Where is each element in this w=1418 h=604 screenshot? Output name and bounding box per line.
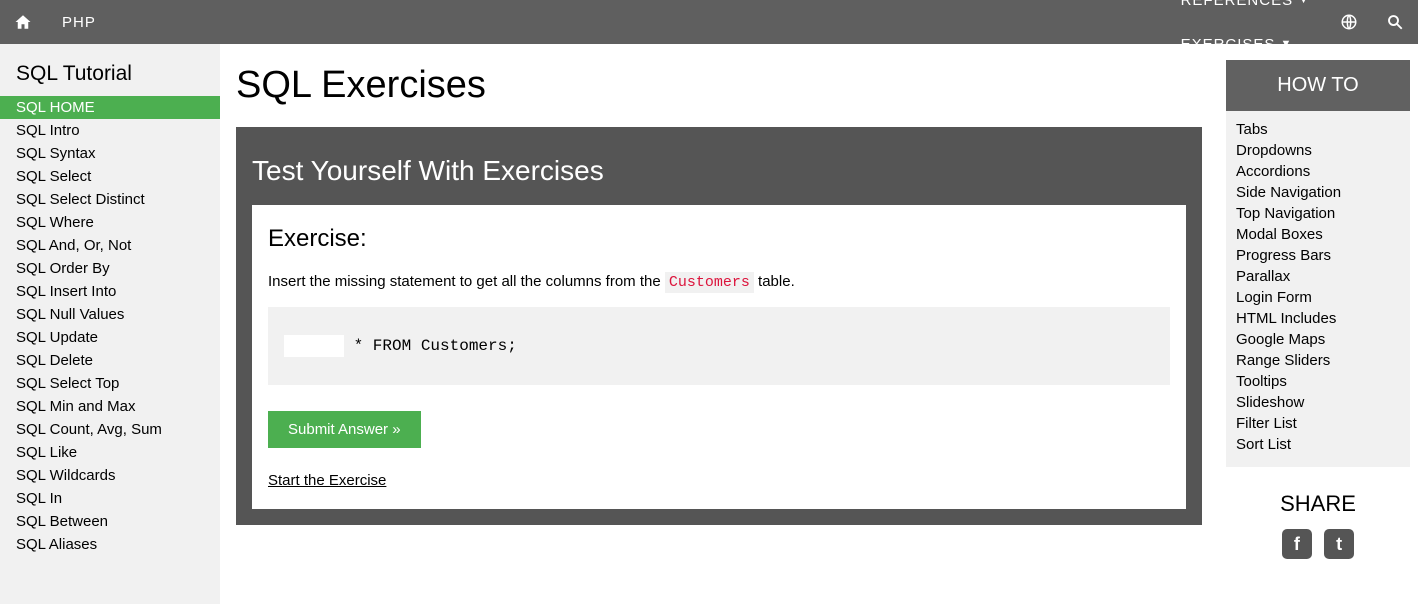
search-icon[interactable] [1372,0,1418,44]
instruction-code: Customers [665,272,754,293]
sidebar-item-sql-update[interactable]: SQL Update [0,326,220,349]
howto-parallax[interactable]: Parallax [1236,266,1400,287]
howto-html-includes[interactable]: HTML Includes [1236,308,1400,329]
topnav: HTMLCSSJAVASCRIPTSQLPHPBOOTSTRAPHOW TOPY… [0,0,1418,44]
howto-progress-bars[interactable]: Progress Bars [1236,245,1400,266]
exercise-instruction: Insert the missing statement to get all … [268,273,1170,291]
submit-button[interactable]: Submit Answer » [268,411,421,448]
sidebar: SQL Tutorial SQL HOMESQL IntroSQL Syntax… [0,44,220,604]
exercise-label: Exercise: [268,225,1170,253]
howto-top-navigation[interactable]: Top Navigation [1236,203,1400,224]
chevron-down-icon: ▼ [1298,0,1310,6]
layout: SQL Tutorial SQL HOMESQL IntroSQL Syntax… [0,44,1418,604]
instruction-post: table. [754,273,795,290]
rightbar: HOW TO TabsDropdownsAccordionsSide Navig… [1218,44,1418,604]
share-heading: SHARE [1226,491,1410,517]
twitter-icon[interactable]: t [1324,529,1354,559]
sidebar-item-sql-like[interactable]: SQL Like [0,441,220,464]
section-title: Test Yourself With Exercises [252,143,1186,205]
howto-slideshow[interactable]: Slideshow [1236,392,1400,413]
exercise-wrapper: Test Yourself With Exercises Exercise: I… [236,127,1202,525]
sidebar-item-sql-and-or-not[interactable]: SQL And, Or, Not [0,234,220,257]
howto-filter-list[interactable]: Filter List [1236,413,1400,434]
sidebar-item-sql-delete[interactable]: SQL Delete [0,349,220,372]
sidebar-heading: SQL Tutorial [0,44,220,96]
howto-dropdowns[interactable]: Dropdowns [1236,140,1400,161]
sidebar-item-sql-in[interactable]: SQL In [0,487,220,510]
sidebar-item-sql-between[interactable]: SQL Between [0,510,220,533]
page-title: SQL Exercises [236,64,1202,107]
howto-tooltips[interactable]: Tooltips [1236,371,1400,392]
topnav-right: REFERENCES▼EXERCISES▼ [1165,0,1418,44]
topnav-left: HTMLCSSJAVASCRIPTSQLPHPBOOTSTRAPHOW TOPY… [0,0,180,44]
code-block: * FROM Customers; [268,307,1170,385]
sidebar-item-sql-null-values[interactable]: SQL Null Values [0,303,220,326]
sidebar-item-sql-count-avg-sum[interactable]: SQL Count, Avg, Sum [0,418,220,441]
facebook-icon[interactable]: f [1282,529,1312,559]
start-exercise-link[interactable]: Start the Exercise [268,472,386,489]
sidebar-item-sql-min-and-max[interactable]: SQL Min and Max [0,395,220,418]
sidebar-item-sql-insert-into[interactable]: SQL Insert Into [0,280,220,303]
sidebar-item-sql-select-distinct[interactable]: SQL Select Distinct [0,188,220,211]
main-content: SQL Exercises Test Yourself With Exercis… [220,44,1218,604]
howto-heading: HOW TO [1226,60,1410,111]
nav-php[interactable]: PHP [46,0,180,44]
howto-login-form[interactable]: Login Form [1236,287,1400,308]
share-icons: f t [1226,529,1410,559]
sidebar-item-sql-where[interactable]: SQL Where [0,211,220,234]
howto-modal-boxes[interactable]: Modal Boxes [1236,224,1400,245]
instruction-pre: Insert the missing statement to get all … [268,273,665,290]
code-after: * FROM Customers; [344,337,517,355]
sidebar-item-sql-select-top[interactable]: SQL Select Top [0,372,220,395]
howto-range-sliders[interactable]: Range Sliders [1236,350,1400,371]
sidebar-item-sql-home[interactable]: SQL HOME [0,96,220,119]
sidebar-item-sql-order-by[interactable]: SQL Order By [0,257,220,280]
howto-tabs[interactable]: Tabs [1236,119,1400,140]
sidebar-item-sql-intro[interactable]: SQL Intro [0,119,220,142]
sidebar-item-sql-syntax[interactable]: SQL Syntax [0,142,220,165]
sidebar-item-sql-select[interactable]: SQL Select [0,165,220,188]
home-icon[interactable] [0,0,46,44]
globe-icon[interactable] [1326,0,1372,44]
nav-references[interactable]: REFERENCES▼ [1165,0,1326,22]
howto-list: TabsDropdownsAccordionsSide NavigationTo… [1226,111,1410,467]
howto-google-maps[interactable]: Google Maps [1236,329,1400,350]
sidebar-item-sql-aliases[interactable]: SQL Aliases [0,533,220,556]
sidebar-item-sql-wildcards[interactable]: SQL Wildcards [0,464,220,487]
howto-sort-list[interactable]: Sort List [1236,434,1400,455]
howto-side-navigation[interactable]: Side Navigation [1236,182,1400,203]
exercise-box: Exercise: Insert the missing statement t… [252,205,1186,509]
answer-input[interactable] [284,335,344,357]
howto-accordions[interactable]: Accordions [1236,161,1400,182]
